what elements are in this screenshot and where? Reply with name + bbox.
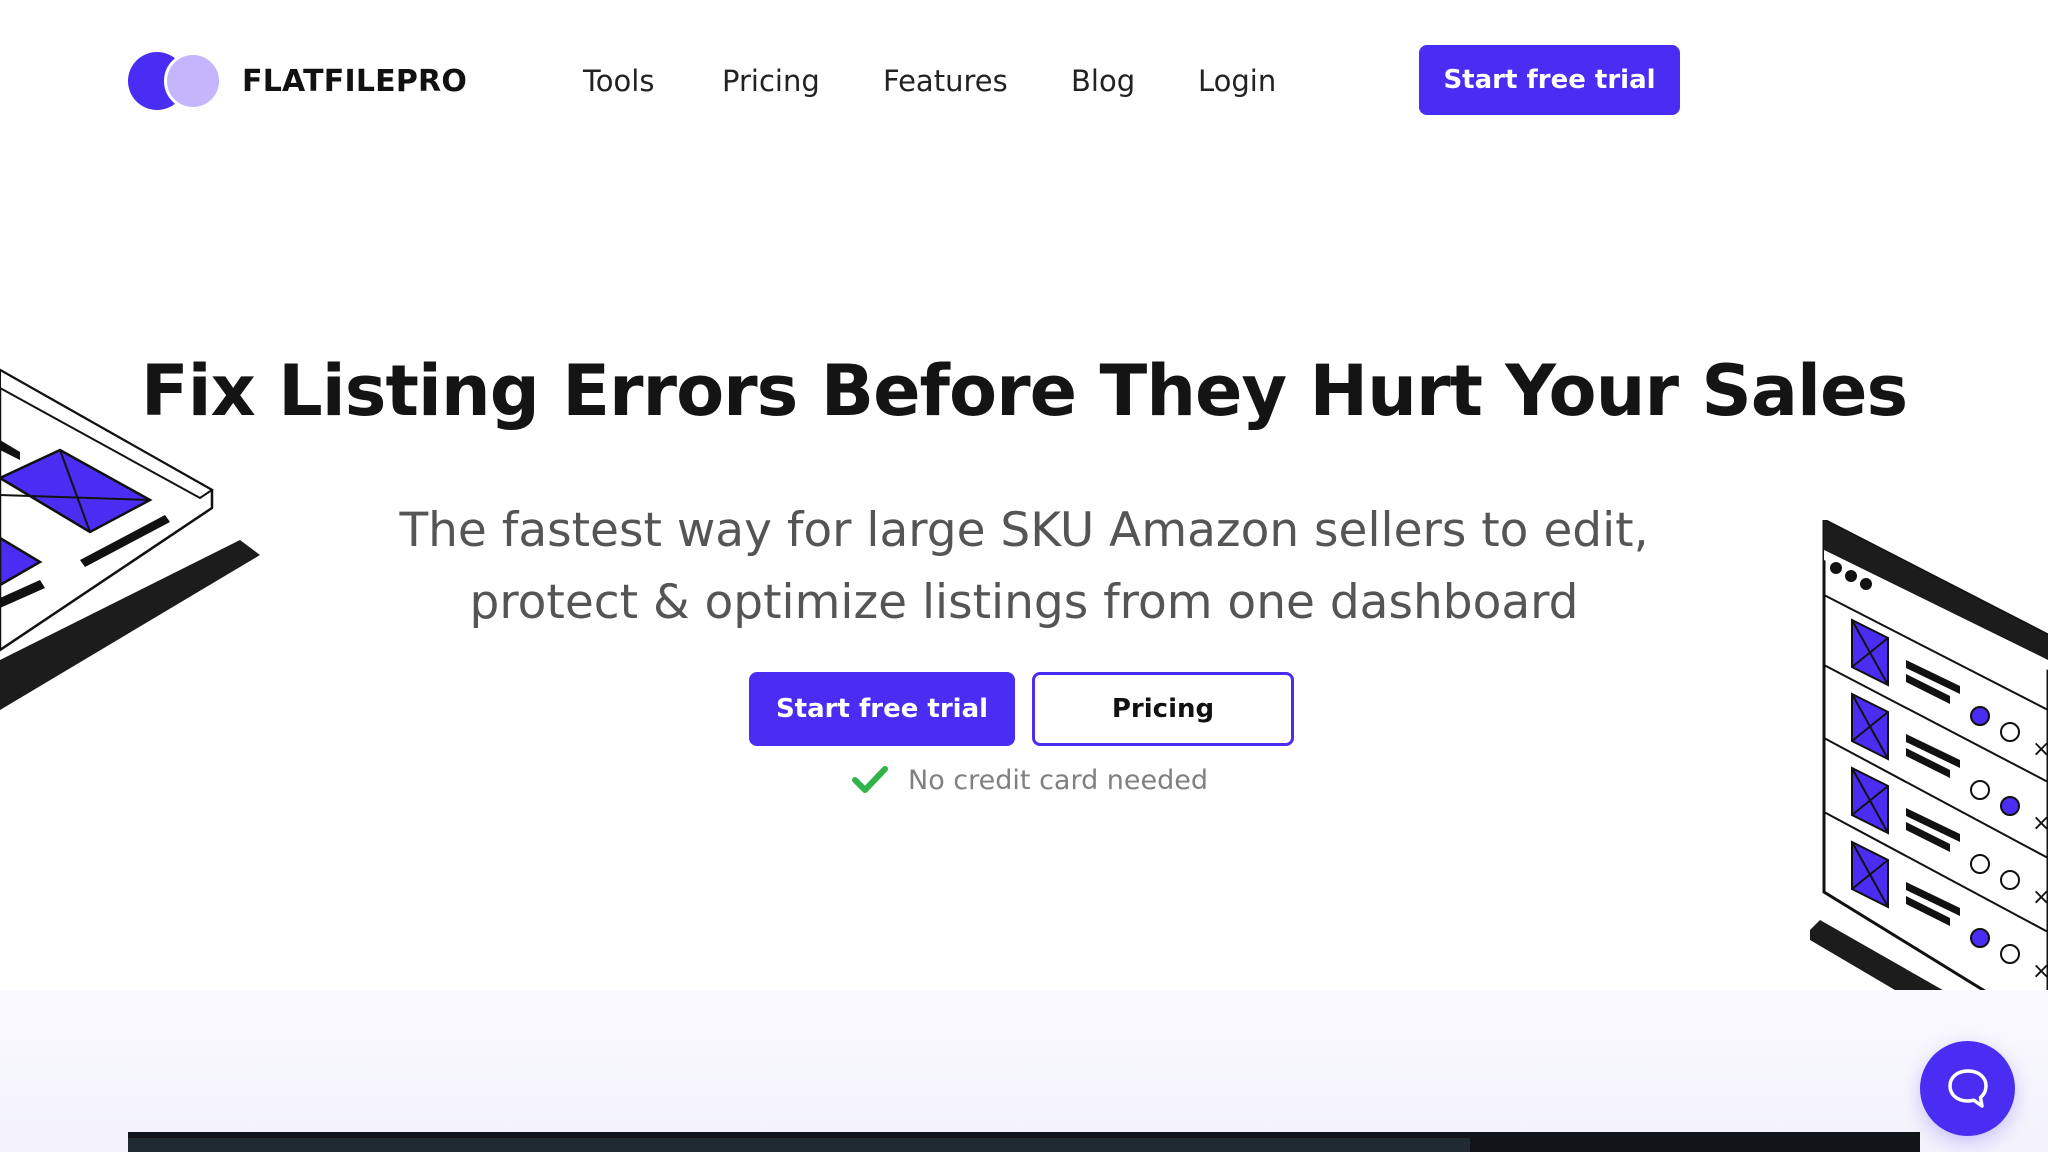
svg-text:×: × xyxy=(2032,811,2048,836)
nav-item-pricing[interactable]: Pricing xyxy=(722,56,820,106)
nav-item-login[interactable]: Login xyxy=(1198,56,1276,106)
chat-bubble-icon xyxy=(1947,1068,1988,1108)
svg-text:×: × xyxy=(2032,737,2048,762)
dashboard-preview-panel xyxy=(128,1138,1470,1152)
nav-item-features[interactable]: Features xyxy=(883,56,1008,106)
dashboard-preview xyxy=(128,1132,1920,1152)
header-start-trial-button[interactable]: Start free trial xyxy=(1419,45,1680,115)
svg-text:×: × xyxy=(2032,959,2048,984)
logo-circles-icon xyxy=(128,52,224,110)
brand-logo[interactable]: FLATFILEPRO xyxy=(128,52,467,110)
hero-subtitle: The fastest way for large SKU Amazon sel… xyxy=(300,495,1748,639)
nav-item-tools[interactable]: Tools xyxy=(583,56,654,106)
nav-item-blog[interactable]: Blog xyxy=(1071,56,1135,106)
no-credit-card-note: No credit card needed xyxy=(852,760,1208,800)
svg-text:×: × xyxy=(2032,885,2048,910)
brand-name: FLATFILEPRO xyxy=(242,63,468,99)
hero-pricing-button[interactable]: Pricing xyxy=(1032,672,1294,746)
hero-start-trial-button[interactable]: Start free trial xyxy=(749,672,1015,746)
note-text: No credit card needed xyxy=(908,764,1209,796)
lower-section-background xyxy=(0,990,2048,1152)
checkmark-icon xyxy=(852,766,888,793)
hero-title: Fix Listing Errors Before They Hurt Your… xyxy=(140,350,1908,432)
hero-subtitle-line-1: The fastest way for large SKU Amazon sel… xyxy=(399,503,1649,558)
chat-widget-button[interactable] xyxy=(1920,1041,2015,1136)
hero-subtitle-line-2: protect & optimize listings from one das… xyxy=(469,575,1579,630)
